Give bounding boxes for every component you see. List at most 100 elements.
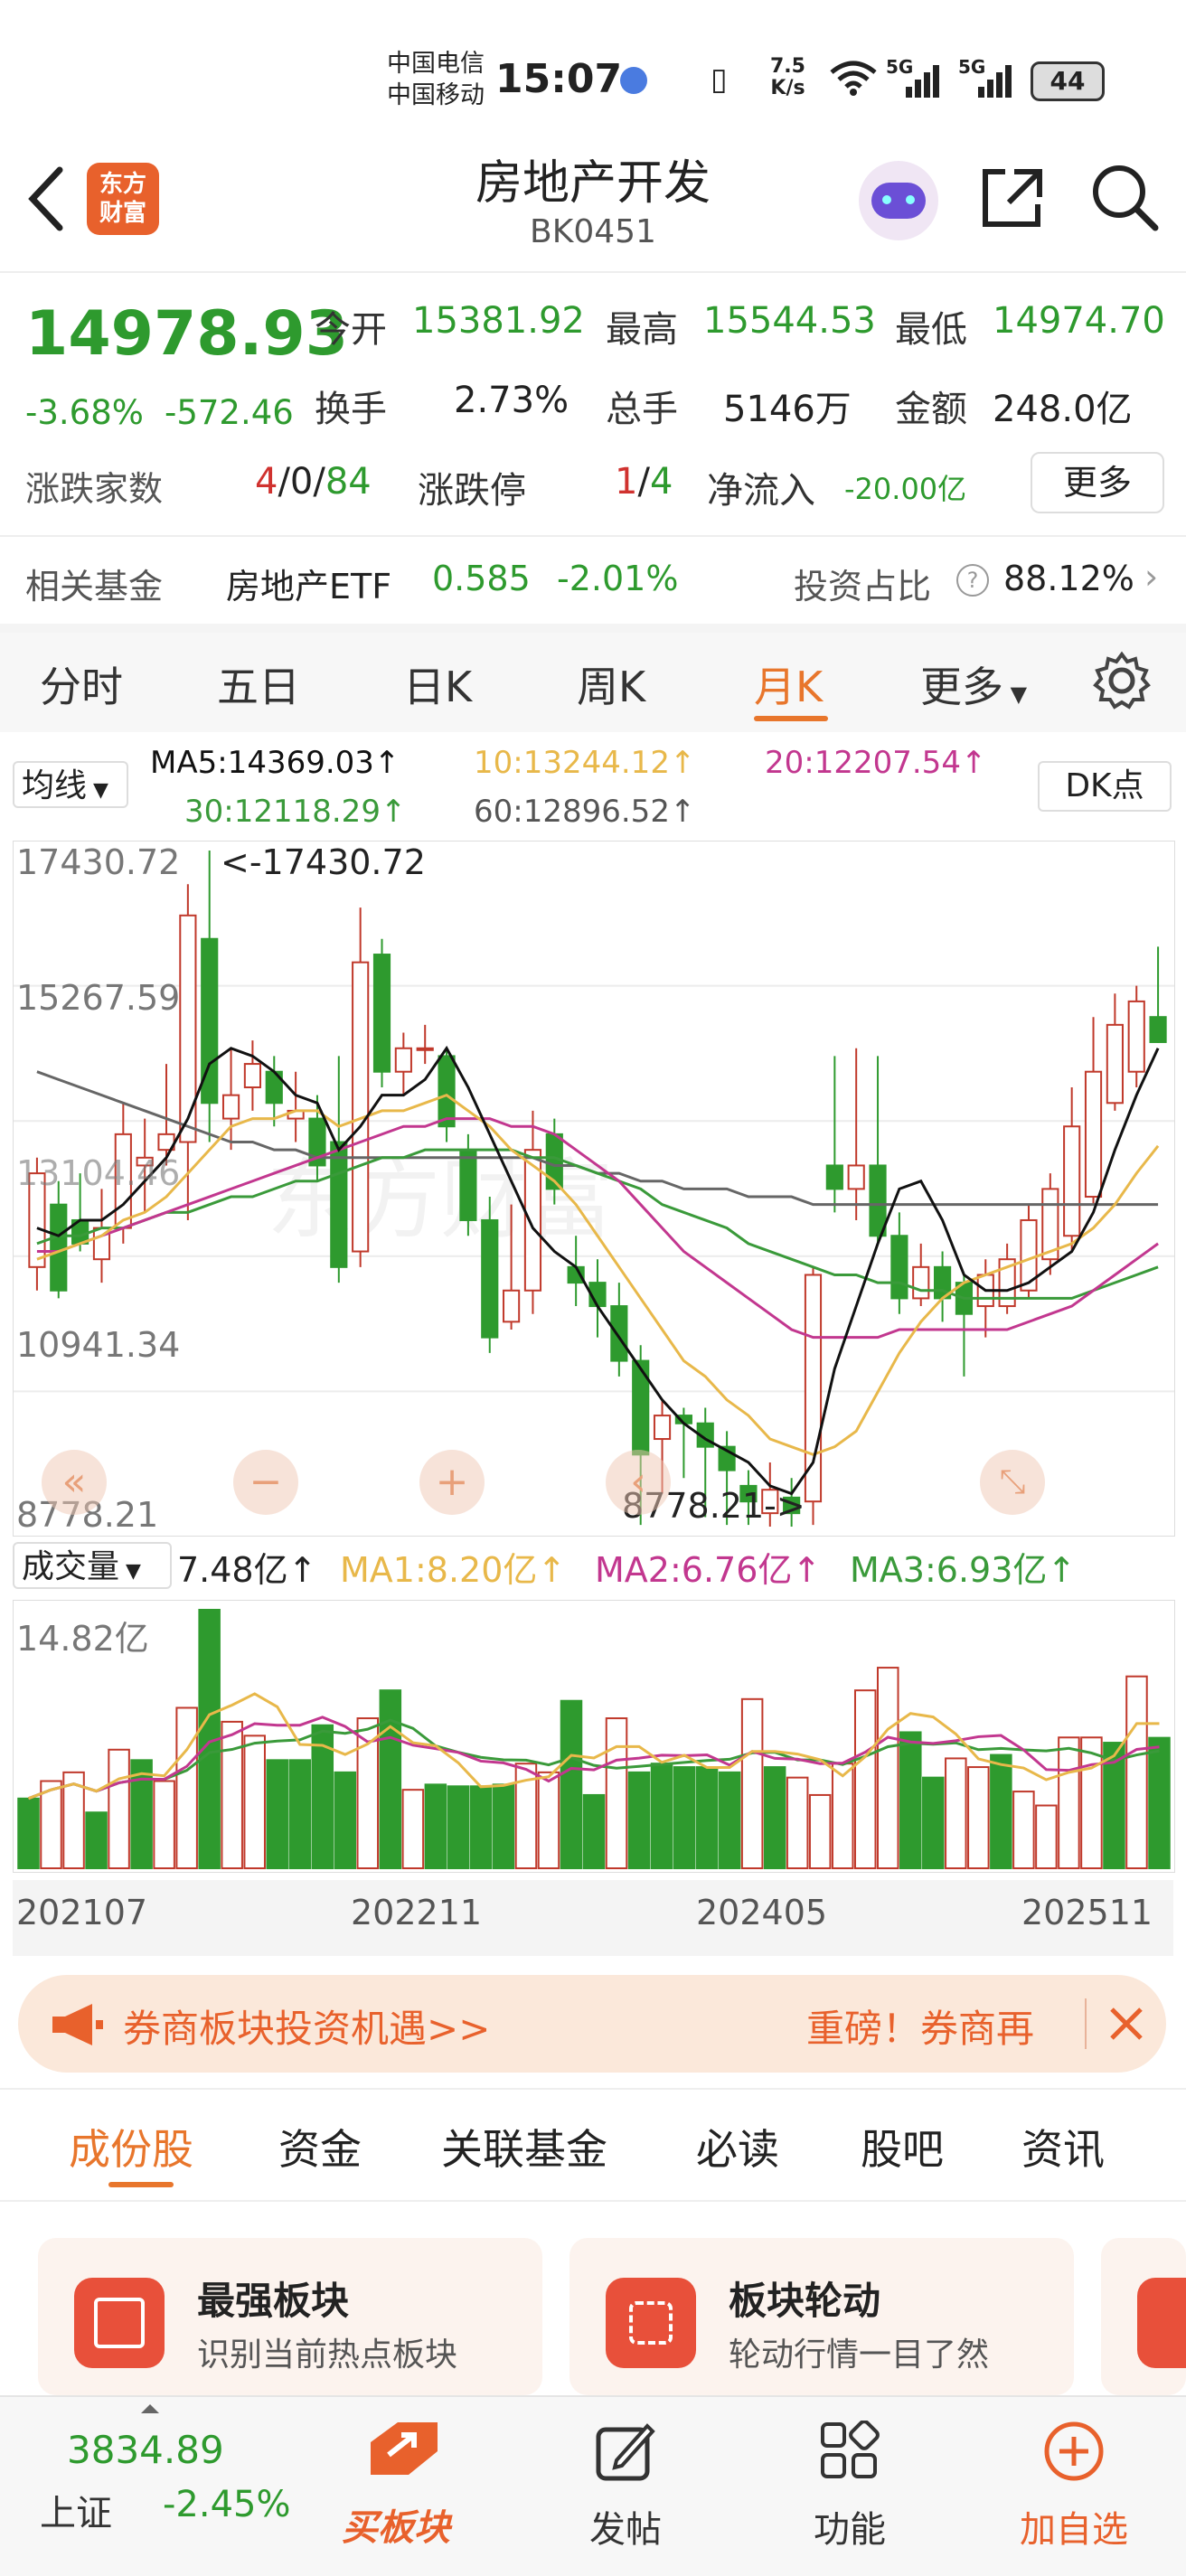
candle-body <box>1063 1125 1081 1237</box>
step-back-icon[interactable]: ‹ <box>606 1450 671 1515</box>
card-strongest-sector[interactable]: 最强板块 识别当前热点板块 <box>38 2238 542 2395</box>
chevron-right-icon[interactable]: › <box>1144 557 1158 597</box>
candle-body <box>372 954 391 1073</box>
price-chart[interactable]: 东方财富 <box>13 841 1175 1537</box>
volume-bar <box>40 1780 62 1869</box>
volume-bar <box>1148 1736 1171 1869</box>
tab-constituents[interactable]: 成份股 <box>69 2117 193 2176</box>
volume-selector[interactable]: 成交量 ▼ <box>13 1542 172 1589</box>
high-label: 最高 <box>606 309 678 351</box>
candle-body <box>50 1203 68 1292</box>
date-label-3: 202405 <box>696 1893 828 1932</box>
search-icon[interactable] <box>1088 161 1161 233</box>
volume-bar <box>288 1759 312 1869</box>
volume-bar <box>945 1757 967 1869</box>
tab-forum[interactable]: 股吧 <box>861 2117 944 2176</box>
promo-banner[interactable]: 券商板块投资机遇>> 重磅！券商再 <box>18 1975 1166 2073</box>
post-icon[interactable] <box>595 2421 656 2482</box>
zoom-in-icon[interactable]: + <box>419 1450 485 1515</box>
volume-bar <box>650 1763 673 1869</box>
fund-label: 相关基金 <box>25 567 164 606</box>
index-value[interactable]: 3834.89 <box>67 2428 224 2472</box>
candle-body <box>503 1289 521 1323</box>
post-label[interactable]: 发帖 <box>580 2500 671 2552</box>
caret-up-icon <box>141 2404 159 2413</box>
volume-label: 总手 <box>606 389 678 430</box>
volume-bar <box>424 1783 447 1869</box>
tab-weekly-k[interactable]: 周K <box>577 654 645 714</box>
fund-price: 0.585 <box>432 559 531 598</box>
share-icon[interactable] <box>978 163 1047 231</box>
ma10-value: 10:13244.12↑ <box>474 745 696 781</box>
tab-intraday[interactable]: 分时 <box>40 654 123 714</box>
volume-bar <box>876 1667 899 1869</box>
settings-gear-icon[interactable] <box>1092 651 1152 710</box>
banner-left-text: 券商板块投资机遇>> <box>123 2007 491 2051</box>
close-icon[interactable] <box>1108 2006 1144 2042</box>
tab-five-day[interactable]: 五日 <box>217 654 300 714</box>
add-watchlist-label[interactable]: 加自选 <box>1011 2500 1137 2552</box>
volume-bar <box>1080 1736 1103 1869</box>
amount-label: 金额 <box>895 389 967 430</box>
tab-capital[interactable]: 资金 <box>278 2117 362 2176</box>
sector-rotation-icon <box>606 2278 696 2368</box>
volume-chart[interactable] <box>13 1600 1175 1873</box>
ratio-value: 88.12% <box>1003 559 1134 598</box>
index-change[interactable]: -2.45% <box>163 2484 291 2525</box>
fund-name[interactable]: 房地产ETF <box>226 559 391 608</box>
fullscreen-icon[interactable]: ⤡ <box>980 1450 1045 1515</box>
volume-bar <box>266 1759 288 1869</box>
candle-body <box>243 1063 262 1089</box>
tab-must-read[interactable]: 必读 <box>696 2117 779 2176</box>
date-label-2: 202211 <box>351 1893 483 1932</box>
change-percent: -3.68% <box>25 393 144 432</box>
active-tab-indicator <box>754 716 828 721</box>
buy-sector-label[interactable]: 买板块 <box>342 2498 450 2551</box>
candle-body <box>330 1141 348 1268</box>
caret-down-icon: ▼ <box>87 779 108 802</box>
dk-point-button[interactable]: DK点 <box>1038 761 1172 812</box>
turnover-label: 换手 <box>315 389 387 430</box>
limit-up-count: 1 <box>615 461 638 503</box>
more-button[interactable]: 更多 <box>1031 452 1164 513</box>
index-name[interactable]: 上证 <box>40 2484 112 2536</box>
functions-grid-icon[interactable] <box>819 2421 880 2482</box>
tab-news[interactable]: 资讯 <box>1021 2117 1105 2176</box>
help-icon[interactable]: ? <box>956 564 989 597</box>
tab-monthly-k[interactable]: 月K <box>754 654 823 714</box>
volume-bar <box>673 1766 696 1869</box>
carrier-2: 中国移动 <box>387 81 485 109</box>
ai-assistant-icon[interactable] <box>859 161 938 240</box>
candle-body <box>869 1164 887 1237</box>
high-value: 15544.53 <box>703 300 876 342</box>
add-watchlist-icon[interactable] <box>1043 2421 1105 2482</box>
volume-bar <box>740 1697 764 1869</box>
candle-body <box>610 1305 628 1362</box>
volume-bar <box>786 1776 809 1869</box>
ratio-label: 投资占比 <box>794 567 932 606</box>
clock: 15:07 <box>495 56 623 102</box>
tab-more[interactable]: 更多 ▼ <box>920 654 1027 714</box>
date-label-1: 202107 <box>16 1893 148 1932</box>
tab-related-funds[interactable]: 关联基金 <box>441 2117 607 2176</box>
tab-daily-k[interactable]: 日K <box>403 654 472 714</box>
candle-body <box>221 1094 240 1120</box>
volume-bar <box>718 1771 741 1869</box>
rewind-icon[interactable]: « <box>42 1450 107 1515</box>
updown-counts: 4/0/84 <box>255 461 372 503</box>
divider <box>0 2200 1186 2202</box>
card-partial[interactable] <box>1101 2238 1186 2395</box>
change-amount: -572.46 <box>165 393 294 432</box>
functions-label[interactable]: 功能 <box>805 2500 895 2552</box>
ma-selector[interactable]: 均线 ▼ <box>13 761 128 808</box>
candle-body <box>825 1164 843 1190</box>
volume-bar <box>108 1748 130 1869</box>
candle-body <box>481 1218 499 1339</box>
candle-body <box>394 1047 412 1073</box>
candle-body <box>890 1235 908 1300</box>
zoom-out-icon[interactable]: − <box>233 1450 298 1515</box>
card-sector-rotation[interactable]: 板块轮动 轮动行情一目了然 <box>569 2238 1074 2395</box>
date-axis: 202107 202211 202405 202511 <box>13 1880 1173 1956</box>
buy-sector-icon[interactable] <box>362 2415 443 2487</box>
volume-bar <box>469 1785 493 1869</box>
